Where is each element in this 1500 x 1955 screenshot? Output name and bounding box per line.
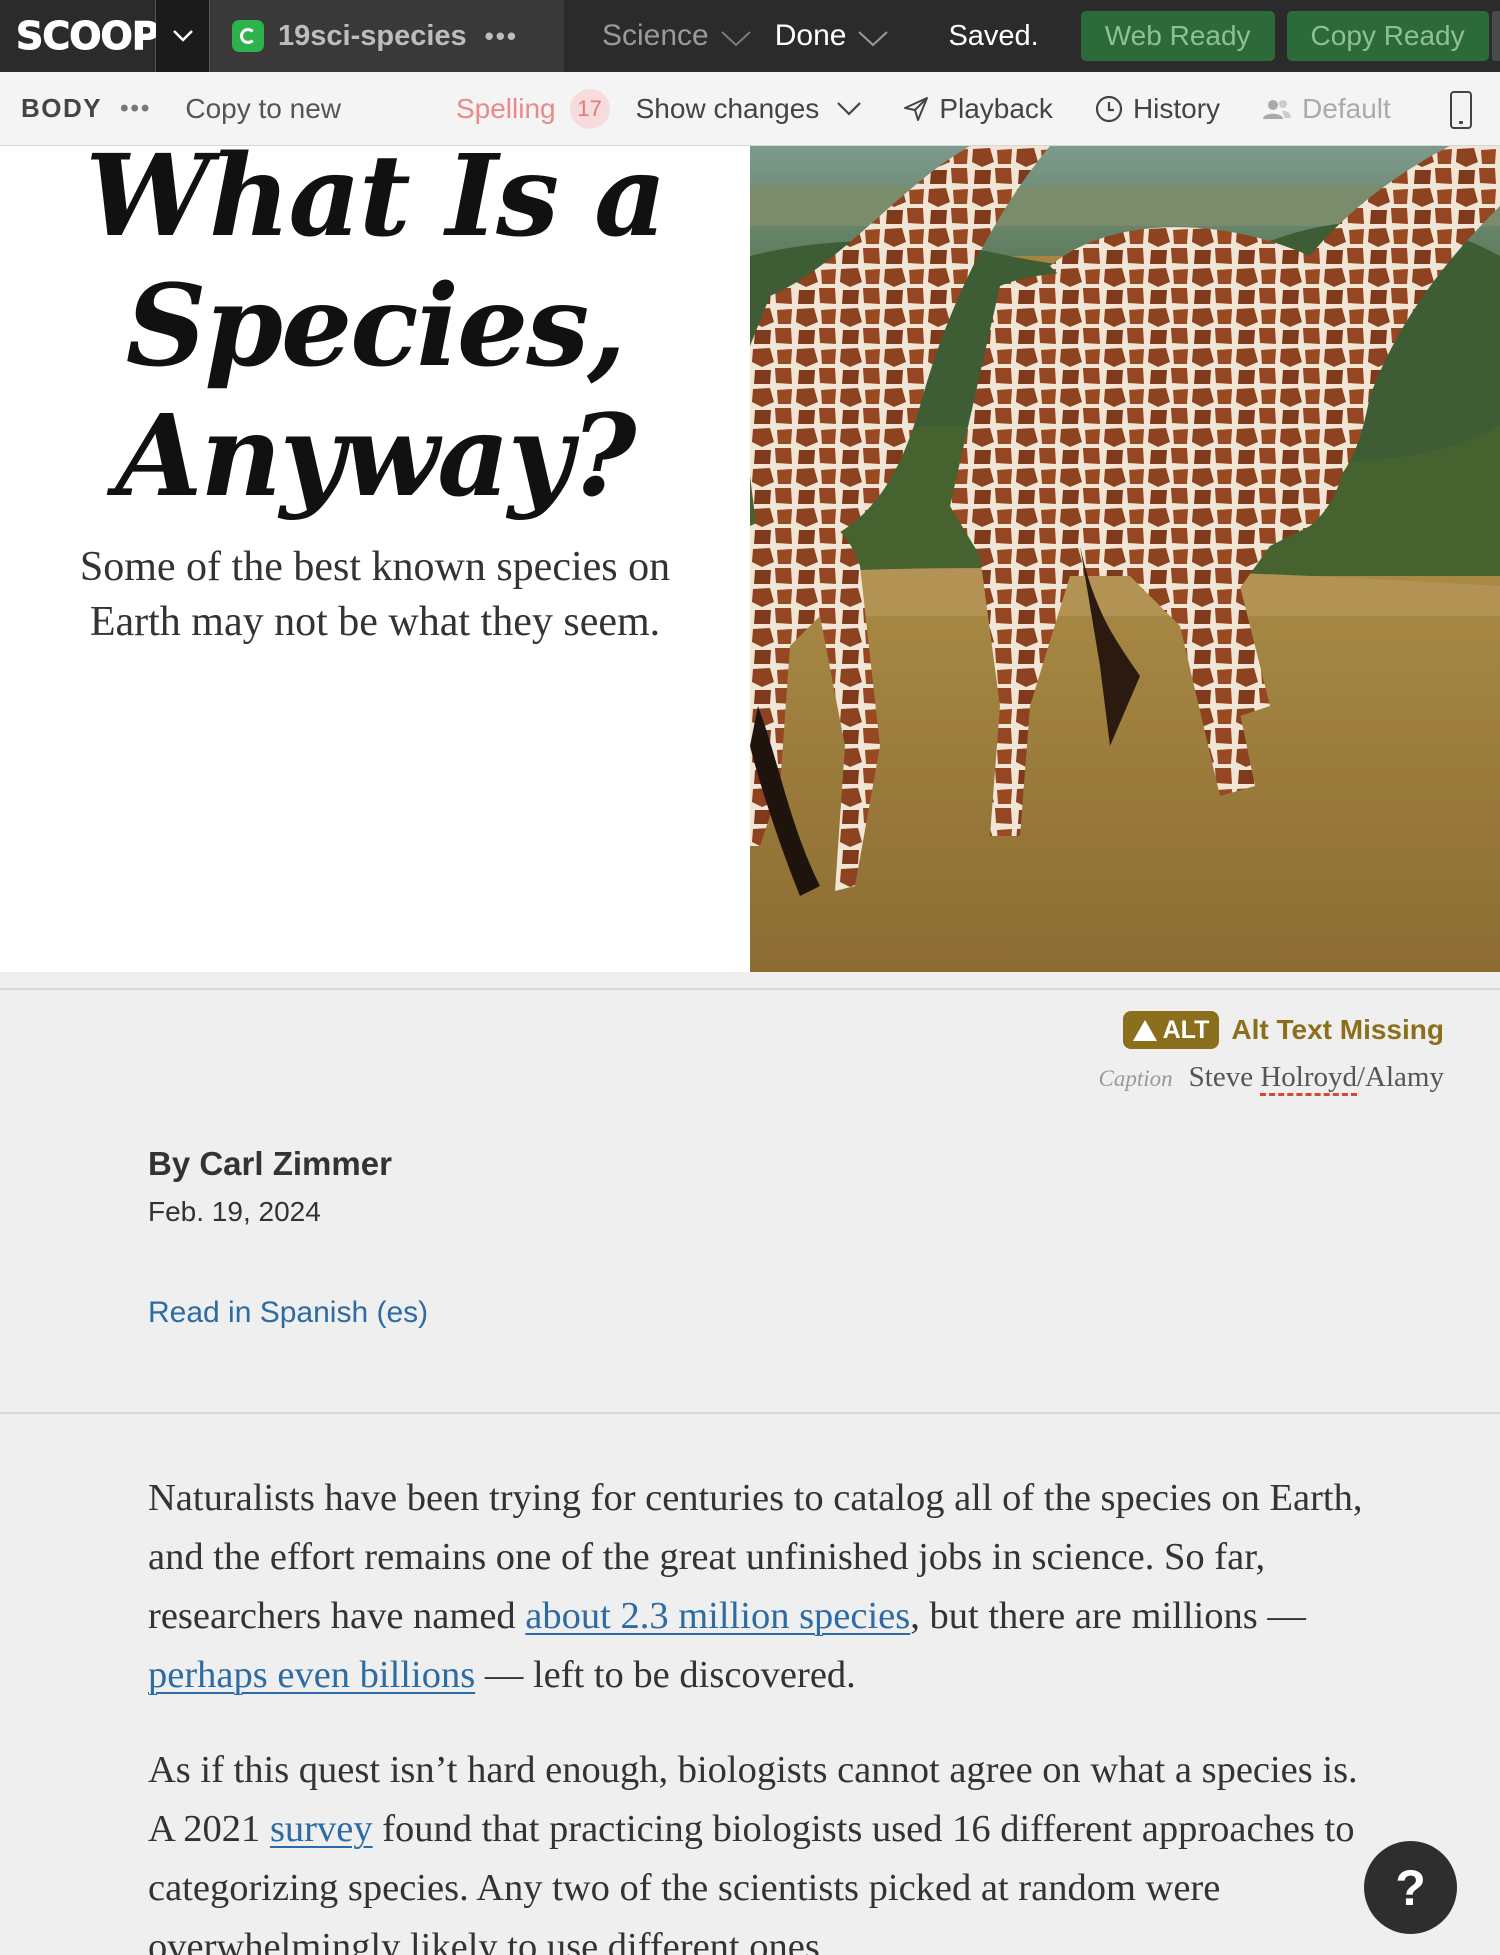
photo-credit: Steve Holroyd/Alamy (1189, 1061, 1444, 1094)
warning-icon (1132, 1019, 1157, 1041)
section-label: Science (602, 19, 709, 52)
block-type-label[interactable]: BODY (21, 93, 102, 124)
headline-line: Anyway? (115, 391, 636, 522)
panel-toggle[interactable] (1492, 11, 1500, 61)
summary[interactable]: Some of the best known species on Earth … (40, 540, 710, 650)
inline-link[interactable]: about 2.3 million species (525, 1595, 910, 1637)
chevron-down-icon (858, 31, 889, 47)
app-menu-button[interactable] (156, 0, 210, 72)
headline[interactable]: What Is a Species, Anyway? (0, 146, 750, 522)
chevron-down-icon (721, 31, 751, 47)
caption-label: Caption (1098, 1066, 1173, 1091)
hero-image[interactable] (750, 146, 1500, 972)
spelling-button[interactable]: Spelling 17 (455, 88, 610, 129)
publish-date: Feb. 19, 2024 (148, 1196, 321, 1227)
playback-button[interactable]: Playback (903, 93, 1053, 125)
paragraph[interactable]: As if this quest isn’t hard enough, biol… (148, 1741, 1378, 1955)
giraffe-photo (750, 146, 1500, 972)
chevron-down-icon (837, 101, 862, 116)
inline-link[interactable]: perhaps even billions (148, 1654, 475, 1696)
paper-plane-icon (904, 96, 929, 121)
credit-agency: /Alamy (1357, 1061, 1444, 1093)
phone-icon[interactable] (1450, 91, 1472, 129)
slug-area: 19sci-species ••• (210, 0, 564, 72)
story-slug[interactable]: 19sci-species (278, 20, 467, 53)
web-ready-button[interactable]: Web Ready (1080, 11, 1275, 61)
spelling-label: Spelling (455, 92, 556, 124)
more-dots-icon[interactable]: ••• (485, 21, 518, 52)
headline-line: What Is a (85, 146, 667, 262)
credit-first-name: Steve (1188, 1061, 1261, 1093)
history-label: History (1132, 92, 1221, 124)
more-dots-icon[interactable]: ••• (120, 95, 151, 123)
alt-text-warning[interactable]: ALT Alt Text Missing (1122, 1011, 1444, 1049)
default-label: Default (1302, 92, 1391, 124)
show-changes-label: Show changes (635, 92, 820, 124)
headline-line: Species, (125, 261, 627, 392)
top-bar: SCOOP 19sci-species ••• Science Done Sav… (0, 0, 1500, 72)
clock-icon (1095, 95, 1123, 122)
alt-missing-label: Alt Text Missing (1231, 1014, 1444, 1045)
help-button[interactable]: ? (1364, 1841, 1457, 1934)
copy-to-new-button[interactable]: Copy to new (185, 93, 341, 125)
history-button[interactable]: History (1095, 93, 1220, 125)
scoop-logo[interactable]: SCOOP (0, 0, 160, 72)
alt-badge: ALT (1122, 1011, 1220, 1049)
section-dropdown[interactable]: Science (602, 0, 751, 72)
refresh-icon (232, 20, 264, 52)
caption[interactable]: Caption Steve Holroyd/Alamy (1099, 1061, 1444, 1094)
article-body[interactable]: Naturalists have been trying for centuri… (148, 1469, 1378, 1955)
chevron-down-icon (172, 30, 193, 42)
status-label: Done (774, 19, 847, 52)
paragraph[interactable]: Naturalists have been trying for centuri… (148, 1469, 1378, 1705)
status-dropdown[interactable]: Done (775, 0, 889, 72)
editor-toolbar: BODY ••• Copy to new Spelling 17 Show ch… (0, 72, 1500, 146)
byline[interactable]: By Carl Zimmer (148, 1145, 392, 1183)
divider (0, 988, 1500, 990)
translation-link[interactable]: Read in Spanish (es) (148, 1296, 428, 1330)
spelling-count-badge: 17 (569, 88, 610, 129)
save-status: Saved. (948, 19, 1039, 52)
spelling-flagged-word[interactable]: Holroyd (1260, 1061, 1357, 1093)
hero-text-panel: What Is a Species, Anyway? Some of the b… (0, 146, 750, 972)
people-icon (1263, 99, 1292, 119)
default-view-button[interactable]: Default (1262, 93, 1391, 125)
alt-badge-label: ALT (1162, 1015, 1210, 1044)
text-run: — left to be discovered. (475, 1654, 856, 1696)
show-changes-dropdown[interactable]: Show changes (636, 93, 862, 125)
text-run: , but there are millions — (910, 1595, 1306, 1637)
divider (0, 1412, 1500, 1414)
playback-label: Playback (939, 92, 1053, 124)
inline-link[interactable]: survey (270, 1808, 373, 1850)
copy-ready-button[interactable]: Copy Ready (1286, 11, 1489, 61)
